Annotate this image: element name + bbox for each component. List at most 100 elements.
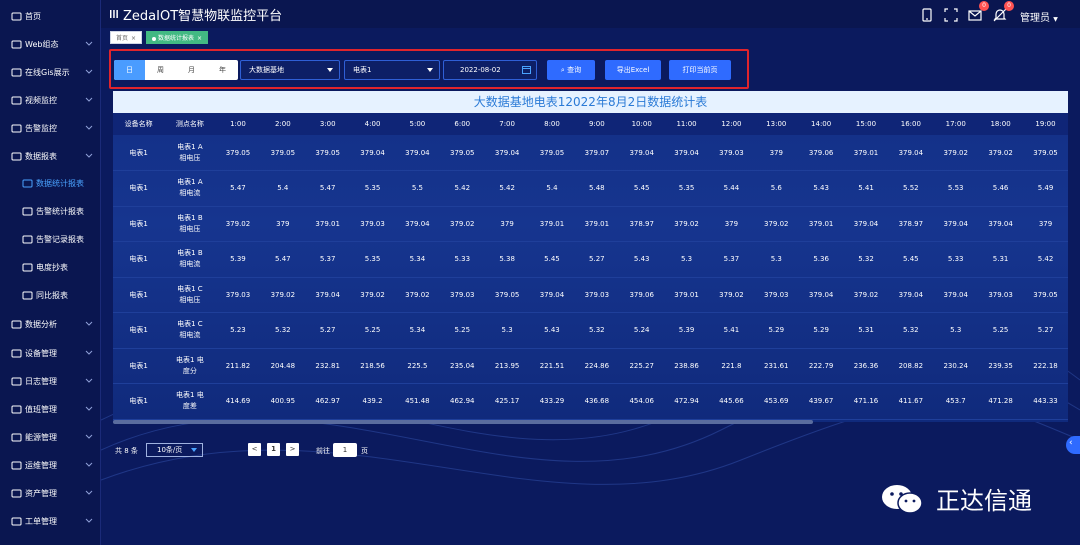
print-page-button[interactable]: 打印当前页 [669,60,731,80]
value-cell: 5.45 [619,170,665,207]
horizontal-scrollbar[interactable] [113,420,813,424]
sidebar-item-13[interactable]: 日志管理 [0,368,101,394]
wechat-logo-icon [882,484,923,514]
column-header: 15:00 [843,113,889,135]
column-header: 4:00 [350,113,395,135]
collapse-panel-button[interactable]: ‹ [1066,436,1080,454]
value-cell: 5.35 [350,170,395,207]
point-cell: 电表1 A 相电流 [164,170,216,207]
tablet-icon[interactable] [920,8,934,22]
period-month[interactable]: 月 [176,60,207,80]
sidebar-item-17[interactable]: 资产管理 [0,480,101,506]
device-cell: 电表1 [113,241,165,278]
sidebar-item-8[interactable]: 告警记录报表 [0,226,101,252]
tab-data-stats[interactable]: 数据统计报表 × [146,31,209,44]
sidebar-item-9[interactable]: 电度抄表 [0,254,101,280]
value-cell: 378.97 [619,206,665,242]
page-number-1[interactable]: 1 [267,443,280,456]
sidebar-item-15[interactable]: 能源管理 [0,424,101,450]
value-cell: 400.95 [260,383,306,420]
sidebar-item-4[interactable]: 告警监控 [0,115,101,141]
sidebar-item-14[interactable]: 值班管理 [0,396,101,422]
value-cell: 5.29 [798,312,844,349]
value-cell: 379.03 [350,206,395,242]
sidebar-item-10[interactable]: 同比报表 [0,282,101,308]
value-cell: 379.05 [439,135,485,171]
sidebar-item-3[interactable]: 视频监控 [0,87,101,113]
app-title: ZedaIOT智慧物联监控平台 [123,9,283,24]
sidebar-item-1[interactable]: Web组态 [0,31,101,57]
export-excel-button[interactable]: 导出Excel [605,60,661,80]
mail-badge: 0 [979,1,989,11]
period-day[interactable]: 日 [114,60,145,80]
close-icon[interactable]: × [197,35,202,42]
period-year[interactable]: 年 [207,60,238,80]
user-name: 管理员 [1020,13,1050,24]
mail-icon[interactable] [968,8,982,22]
sidebar-item-5[interactable]: 数据报表 [0,143,101,169]
value-cell: 379.01 [843,135,889,171]
value-cell: 230.24 [933,348,979,384]
value-cell: 5.43 [798,170,844,207]
column-header: 13:00 [753,113,799,135]
sidebar-item-18[interactable]: 工单管理 [0,508,101,534]
point-name-line2: 相电压 [179,295,201,304]
value-cell: 5.32 [574,312,620,349]
site-select[interactable]: 大数据基地 [240,60,340,80]
value-cell: 5.37 [305,241,351,278]
map-icon [11,67,22,78]
chevron-down-icon [85,319,93,327]
value-cell: 5.37 [708,241,754,278]
value-cell: 379.02 [933,135,979,171]
date-picker[interactable]: 2022-08-02 [443,60,537,80]
value-cell: 5.33 [933,241,979,278]
menu-toggle-icon[interactable] [109,9,119,19]
value-cell: 379.04 [350,135,395,171]
fullscreen-icon[interactable] [944,8,958,22]
alarm-stats-icon [22,206,33,217]
user-menu[interactable]: 管理员 ▼ [1020,9,1058,24]
sidebar-item-label: 数据报表 [25,151,57,161]
value-cell: 204.48 [260,348,306,384]
sidebar-item-7[interactable]: 告警统计报表 [0,198,101,224]
value-cell: 462.94 [439,383,485,420]
sidebar-item-label: 视频监控 [25,95,57,105]
value-cell: 462.97 [305,383,351,420]
bell-off-icon[interactable] [993,8,1007,22]
sidebar-item-12[interactable]: 设备管理 [0,340,101,366]
value-cell: 232.81 [305,348,351,384]
period-week[interactable]: 周 [145,60,176,80]
value-cell: 5.39 [215,241,261,278]
value-cell: 451.48 [394,383,440,420]
tab-home[interactable]: 首页 × [110,31,143,44]
page-size-select[interactable]: 10条/页 [146,443,203,457]
sidebar-item-label: 能源管理 [25,432,57,442]
sidebar-item-0[interactable]: 首页 [0,3,101,29]
sidebar-item-2[interactable]: 在线Gis展示 [0,59,101,85]
value-cell: 5.39 [664,312,709,349]
value-cell: 379.02 [439,206,485,242]
value-cell: 379.02 [753,206,799,242]
goto-page-input[interactable]: 1 [333,443,357,457]
close-icon[interactable]: × [131,35,136,42]
value-cell: 379.05 [1023,135,1068,171]
prev-page-button[interactable]: < [248,443,261,456]
value-cell: 5.6 [753,170,799,207]
sidebar-item-6[interactable]: 数据统计报表 [0,170,101,196]
sidebar-item-11[interactable]: 数据分析 [0,311,101,337]
column-header: 11:00 [664,113,709,135]
sidebar-item-label: 告警统计报表 [36,206,84,216]
meter-select[interactable]: 电表1 [344,60,440,80]
sidebar-item-16[interactable]: 运维管理 [0,452,101,478]
ticket-icon [11,516,22,527]
value-cell: 379 [753,135,799,171]
next-page-button[interactable]: > [286,443,299,456]
point-name-line2: 相电流 [179,260,201,269]
value-cell: 238.86 [664,348,709,384]
caret-down-icon [327,68,333,72]
query-button[interactable]: ⌕ 查询 [547,60,595,80]
value-cell: 239.35 [978,348,1023,384]
sidebar-item-label: 值班管理 [25,404,57,414]
value-cell: 5.3 [484,312,530,349]
column-header: 7:00 [484,113,530,135]
